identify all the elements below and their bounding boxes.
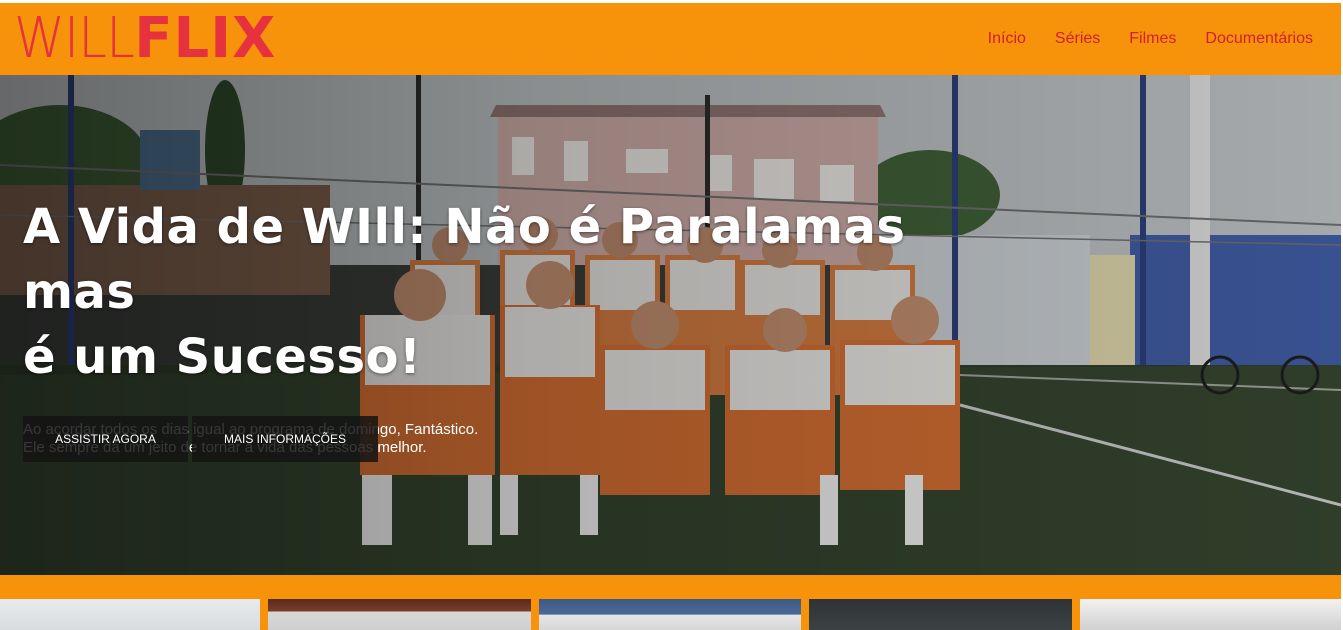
more-info-button[interactable]: MAIS INFORMAÇÕES [192, 416, 378, 462]
willflix-logo[interactable]: WILL FLIX [14, 11, 276, 67]
thumbnail-row [0, 599, 1342, 630]
hero-title-line1: A Vida de WIll: Não é Paralamas mas [23, 199, 906, 320]
logo-text-will: WILL [14, 6, 135, 71]
nav-link-series[interactable]: Séries [1055, 30, 1100, 48]
site-header: WILL FLIX Início Séries Filmes Documentá… [0, 3, 1341, 75]
page: WILL FLIX Início Séries Filmes Documentá… [0, 0, 1343, 630]
nav-link-inicio[interactable]: Início [988, 30, 1026, 48]
hero-title-line2: é um Sucesso! [23, 329, 422, 385]
hero-banner: A Vida de WIll: Não é Paralamas mas é um… [0, 75, 1341, 575]
nav-link-documentarios[interactable]: Documentários [1205, 30, 1313, 48]
nav-link-filmes[interactable]: Filmes [1129, 30, 1176, 48]
thumbnail-card[interactable] [809, 599, 1072, 630]
thumbnail-card[interactable] [1079, 599, 1342, 630]
thumbnail-card[interactable] [538, 599, 802, 630]
hero-title: A Vida de WIll: Não é Paralamas mas é um… [23, 195, 953, 390]
hero-buttons: ASSISTIR AGORA MAIS INFORMAÇÕES [23, 416, 378, 462]
thumbnail-card[interactable] [268, 599, 531, 630]
main-nav: Início Séries Filmes Documentários [988, 30, 1313, 48]
logo-text-flix: FLIX [134, 6, 277, 71]
watch-now-button[interactable]: ASSISTIR AGORA [23, 416, 188, 462]
thumbnail-card[interactable] [0, 599, 261, 630]
